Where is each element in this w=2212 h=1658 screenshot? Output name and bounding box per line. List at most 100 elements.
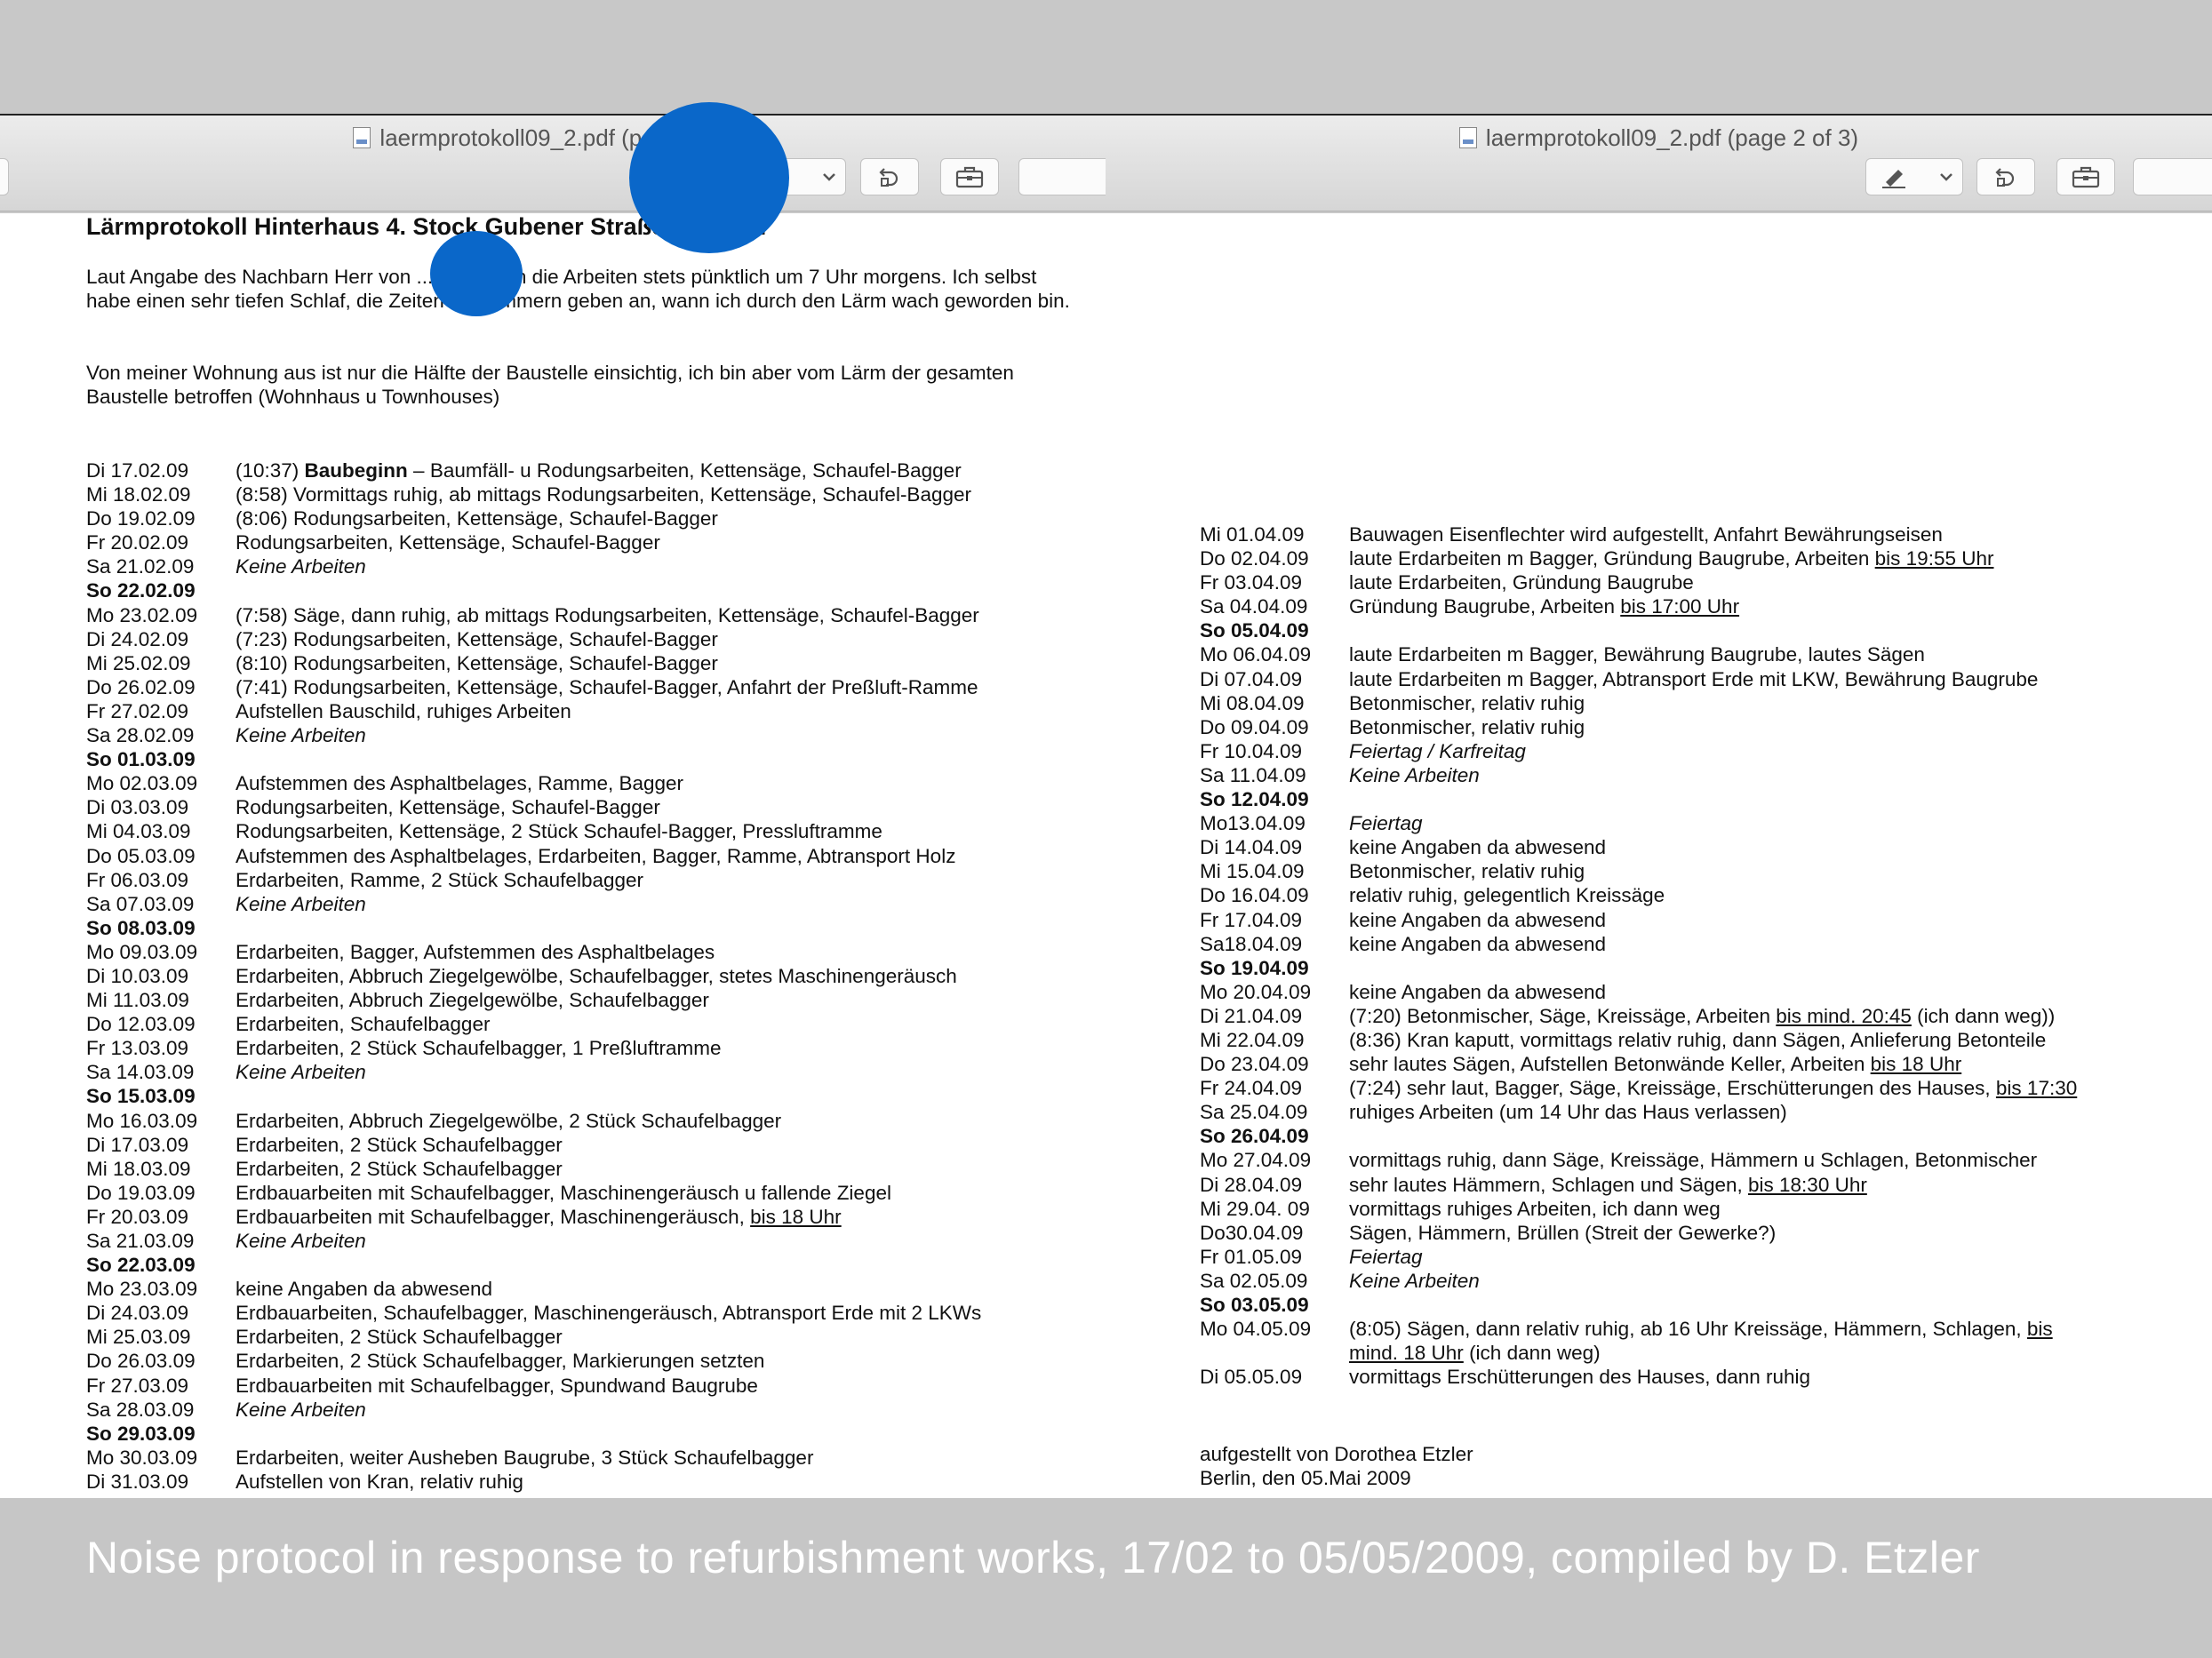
entry-date: So 29.03.09 xyxy=(86,1422,196,1445)
entry-text: Aufstellen Bauschild, ruhiges Arbeiten xyxy=(236,699,571,722)
entry-date: Di 24.03.09 xyxy=(86,1302,189,1325)
rotate-button[interactable] xyxy=(1976,158,2035,195)
entry-text: (7:24) sehr laut, Bagger, Säge, Kreissäg… xyxy=(1349,1077,2078,1100)
entry-date: Mo 27.04.09 xyxy=(1200,1149,1312,1172)
entry-date: Sa 14.03.09 xyxy=(86,1061,195,1084)
entry-date: Mi 22.04.09 xyxy=(1200,1028,1305,1051)
entry-text: Erdarbeiten, Abbruch Ziegelgewölbe, 2 St… xyxy=(236,1109,782,1132)
entry-text: sehr lautes Hämmern, Schlagen und Sägen,… xyxy=(1349,1173,1867,1196)
entry-text: (7:58) Säge, dann ruhig, ab mittags Rodu… xyxy=(236,603,979,626)
left-toolbar-edge-button[interactable] xyxy=(0,158,9,195)
entry-date: Do 09.04.09 xyxy=(1200,715,1309,738)
entry-text: Sägen, Hämmern, Brüllen (Streit der Gewe… xyxy=(1349,1221,1777,1244)
entry-text: Betonmischer, relativ ruhig xyxy=(1349,691,1585,714)
annotate-button[interactable] xyxy=(1865,158,1963,195)
entry-date: So 15.03.09 xyxy=(86,1085,196,1108)
entry-text: laute Erdarbeiten m Bagger, Bewährung Ba… xyxy=(1349,643,1925,666)
entry-date: So 08.03.09 xyxy=(86,916,196,939)
entry-text: Erdarbeiten, 2 Stück Schaufelbagger xyxy=(236,1133,563,1156)
entry-date: Mi 25.02.09 xyxy=(86,651,191,674)
entry-date: So 05.04.09 xyxy=(1200,619,1309,642)
entry-date: So 19.04.09 xyxy=(1200,956,1309,979)
right-window-title[interactable]: laermprotokoll09_2.pdf (page 2 of 3) xyxy=(1106,124,2212,152)
toolbox-icon xyxy=(954,164,985,189)
caption-bar: Noise protocol in response to refurbishm… xyxy=(0,1498,2212,1658)
entry-date: Mo 23.03.09 xyxy=(86,1278,198,1301)
entry-date: Fr 10.04.09 xyxy=(1200,739,1303,762)
entry-text: Gründung Baugrube, Arbeiten bis 17:00 Uh… xyxy=(1349,595,1740,618)
entry-date: Di 31.03.09 xyxy=(86,1470,189,1493)
entry-text: Betonmischer, relativ ruhig xyxy=(1349,715,1585,738)
entry-text: Keine Arbeiten xyxy=(1349,763,1480,786)
top-background xyxy=(0,0,2212,114)
left-window-title[interactable]: laermprotokoll09_2.pdf (page 1 of 3) xyxy=(0,124,1106,152)
toolbox-button[interactable] xyxy=(2056,158,2115,195)
entry-text: Keine Arbeiten xyxy=(236,724,366,747)
entry-date: Do 19.02.09 xyxy=(86,507,196,530)
search-field-right[interactable] xyxy=(2133,158,2212,195)
entry-text: Erdbauarbeiten mit Schaufelbagger, Masch… xyxy=(236,1181,891,1204)
entry-date: Fr 17.04.09 xyxy=(1200,908,1303,931)
entry-text: vormittags ruhiges Arbeiten, ich dann we… xyxy=(1349,1197,1721,1220)
entry-text: Betonmischer, relativ ruhig xyxy=(1349,860,1585,883)
entry-text: (10:37) Baubeginn – Baumfäll- u Rodungsa… xyxy=(236,459,962,482)
pdf-file-icon xyxy=(1458,127,1477,148)
entry-date: So 01.03.09 xyxy=(86,748,196,771)
entry-text: Feiertag / Karfreitag xyxy=(1349,739,1526,762)
entry-date: Di 07.04.09 xyxy=(1200,667,1303,690)
entry-date: Mi 11.03.09 xyxy=(86,989,189,1012)
entry-date: Do 16.04.09 xyxy=(1200,884,1309,907)
entry-text: laute Erdarbeiten m Bagger, Gründung Bau… xyxy=(1349,547,1994,570)
entry-date: Di 03.03.09 xyxy=(86,796,189,819)
entry-text: Aufstellen von Kran, relativ ruhig xyxy=(236,1470,523,1493)
entry-text: Erdarbeiten, 2 Stück Schaufelbagger xyxy=(236,1157,563,1180)
entry-text: (7:23) Rodungsarbeiten, Kettensäge, Scha… xyxy=(236,627,718,650)
signature-line: aufgestellt von Dorothea Etzler xyxy=(1200,1443,1473,1465)
entry-text: Keine Arbeiten xyxy=(236,555,366,578)
rotate-button[interactable] xyxy=(860,158,919,195)
entry-text: Erdarbeiten, 2 Stück Schaufelbagger xyxy=(236,1326,563,1349)
entry-date: Do 05.03.09 xyxy=(86,844,196,867)
entry-text: Feiertag xyxy=(1349,1245,1423,1268)
entry-text: (8:36) Kran kaputt, vormittags relativ r… xyxy=(1349,1028,2047,1051)
entry-date: Mi 08.04.09 xyxy=(1200,691,1305,714)
entry-date: Fr 13.03.09 xyxy=(86,1037,189,1060)
redaction-mark-small xyxy=(430,231,523,316)
entry-date: Fr 20.02.09 xyxy=(86,531,189,554)
entry-text: Rodungsarbeiten, Kettensäge, Schaufel-Ba… xyxy=(236,531,660,554)
toolbox-icon xyxy=(2071,164,2101,189)
pdf-file-icon xyxy=(353,127,371,148)
entry-date: Mi 18.03.09 xyxy=(86,1157,191,1180)
entry-text: Aufstemmen des Asphaltbelages, Ramme, Ba… xyxy=(236,772,684,795)
entry-date: Do 26.03.09 xyxy=(86,1350,196,1373)
left-preview-window-toolbar: laermprotokoll09_2.pdf (page 1 of 3) xyxy=(0,114,1123,211)
entry-text: Erdarbeiten, weiter Ausheben Baugrube, 3… xyxy=(236,1446,814,1469)
entry-date: Sa 11.04.09 xyxy=(1200,763,1306,786)
entry-text: (8:58) Vormittags ruhig, ab mittags Rodu… xyxy=(236,483,971,506)
entry-date: Sa 28.02.09 xyxy=(86,724,195,747)
entry-text: Erdbauarbeiten mit Schaufelbagger, Masch… xyxy=(236,1205,842,1228)
entry-date: Fr 01.05.09 xyxy=(1200,1245,1303,1268)
entry-date: Sa 02.05.09 xyxy=(1200,1269,1308,1292)
location-paragraph: Von meiner Wohnung aus ist nur die Hälft… xyxy=(86,362,1014,408)
entry-text: keine Angaben da abwesend xyxy=(1349,836,1606,859)
toolbox-button[interactable] xyxy=(940,158,999,195)
entry-date: Mi 25.03.09 xyxy=(86,1326,191,1349)
intro-paragraph: Laut Angabe des Nachbarn Herr von ..., b… xyxy=(86,266,1070,312)
entry-text: keine Angaben da abwesend xyxy=(1349,980,1606,1003)
entry-date: Do30.04.09 xyxy=(1200,1221,1304,1244)
entry-date: Sa 04.04.09 xyxy=(1200,595,1308,618)
chevron-down-icon xyxy=(819,164,840,189)
entry-date: Fr 24.04.09 xyxy=(1200,1077,1303,1100)
pdf-page-1: Lärmprotokoll Hinterhaus 4. Stock Gubene… xyxy=(0,213,1106,1498)
entry-date: So 03.05.09 xyxy=(1200,1294,1309,1316)
entry-text: keine Angaben da abwesend xyxy=(1349,908,1606,931)
entry-text: ruhiges Arbeiten (um 14 Uhr das Haus ver… xyxy=(1349,1101,1787,1124)
entry-text: Rodungsarbeiten, Kettensäge, 2 Stück Sch… xyxy=(236,820,882,843)
entry-date: Fr 06.03.09 xyxy=(86,868,189,891)
entry-date: So 22.02.09 xyxy=(86,579,196,602)
entry-date: Fr 27.03.09 xyxy=(86,1374,189,1397)
redaction-mark-large xyxy=(629,102,789,253)
entry-date: So 22.03.09 xyxy=(86,1254,196,1277)
entry-text: Keine Arbeiten xyxy=(236,892,366,915)
